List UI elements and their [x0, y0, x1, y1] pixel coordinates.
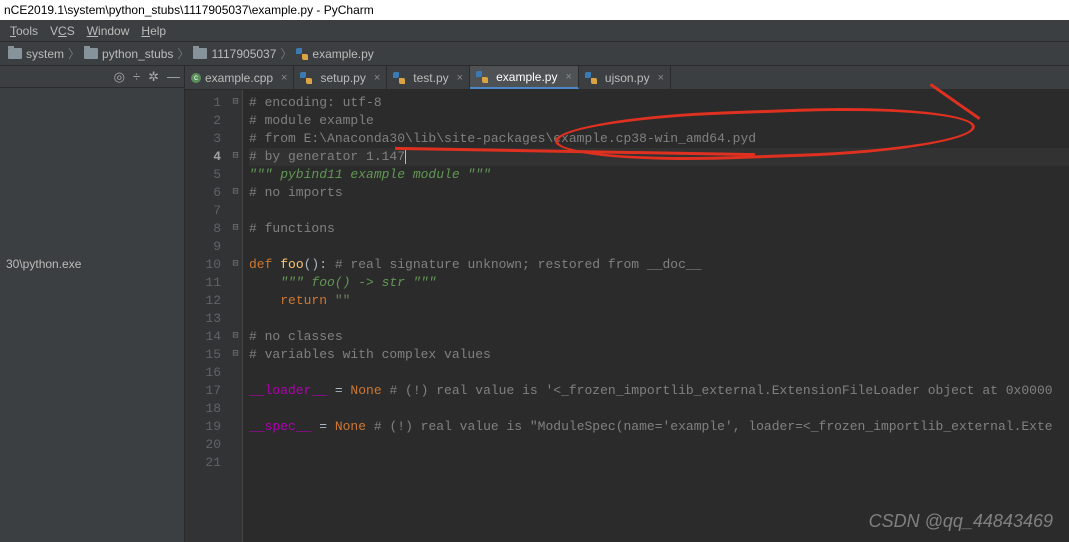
code-line[interactable]: """ foo() -> str """	[249, 274, 1069, 292]
fold-toggle[interactable]	[229, 238, 242, 256]
code-line[interactable]: # no classes	[249, 328, 1069, 346]
fold-toggle[interactable]	[229, 112, 242, 130]
watermark: CSDN @qq_44843469	[869, 511, 1053, 532]
breadcrumb-label: 1117905037	[211, 47, 276, 61]
fold-toggle[interactable]: ⊟	[229, 328, 242, 346]
python-file-icon	[300, 72, 312, 84]
code-line[interactable]: # from E:\Anaconda30\lib\site-packages\e…	[249, 130, 1069, 148]
close-icon[interactable]: ×	[565, 71, 571, 83]
text-caret	[405, 150, 406, 164]
gear-icon[interactable]: ✲	[148, 69, 159, 85]
code-editor[interactable]: 123456789101112131415161718192021 ⊟⊟⊟⊟⊟⊟…	[185, 90, 1069, 542]
cpp-file-icon: c	[191, 73, 201, 83]
folder-icon	[193, 48, 207, 59]
code-line[interactable]: # no imports	[249, 184, 1069, 202]
close-icon[interactable]: ×	[281, 72, 287, 84]
fold-toggle[interactable]: ⊟	[229, 184, 242, 202]
close-icon[interactable]: ×	[457, 72, 463, 84]
code-line[interactable]: """ pybind11 example module """	[249, 166, 1069, 184]
menu-bar: Tools VCS Window Help	[0, 20, 1069, 42]
tab-test-py[interactable]: test.py ×	[387, 66, 470, 89]
python-file-icon	[585, 72, 597, 84]
line-gutter: 123456789101112131415161718192021	[185, 90, 229, 542]
tab-label: example.cpp	[205, 71, 273, 85]
breadcrumb-label: system	[26, 47, 64, 61]
code-line[interactable]	[249, 238, 1069, 256]
chevron-right-icon: 〉	[175, 45, 191, 62]
code-line[interactable]: __spec__ = None # (!) real value is "Mod…	[249, 418, 1069, 436]
python-file-icon	[476, 71, 488, 83]
code-line[interactable]: return ""	[249, 292, 1069, 310]
menu-vcs[interactable]: VCS	[44, 24, 81, 38]
code-line[interactable]	[249, 364, 1069, 382]
expand-icon[interactable]: ÷	[133, 69, 140, 84]
code-line[interactable]: # variables with complex values	[249, 346, 1069, 364]
code-line[interactable]: __loader__ = None # (!) real value is '<…	[249, 382, 1069, 400]
fold-toggle[interactable]: ⊟	[229, 256, 242, 274]
interpreter-path: 30\python.exe	[0, 253, 184, 275]
breadcrumb-label: python_stubs	[102, 47, 173, 61]
sidebar-toolbar: ◎ ÷ ✲ —	[0, 66, 184, 88]
code-line[interactable]	[249, 400, 1069, 418]
tab-label: setup.py	[320, 71, 365, 85]
python-file-icon	[296, 48, 308, 60]
menu-tools[interactable]: Tools	[4, 24, 44, 38]
code-line[interactable]: # encoding: utf-8	[249, 94, 1069, 112]
chevron-right-icon: 〉	[278, 45, 294, 62]
fold-toggle[interactable]	[229, 130, 242, 148]
menu-help[interactable]: Help	[135, 24, 172, 38]
tab-example-cpp[interactable]: c example.cpp ×	[185, 66, 294, 89]
tab-label: example.py	[496, 70, 557, 84]
tab-setup-py[interactable]: setup.py ×	[294, 66, 387, 89]
tab-label: ujson.py	[605, 71, 650, 85]
menu-window[interactable]: Window	[81, 24, 136, 38]
breadcrumb: system〉python_stubs〉1117905037〉example.p…	[0, 42, 1069, 66]
code-line[interactable]	[249, 310, 1069, 328]
fold-toggle[interactable]	[229, 310, 242, 328]
breadcrumb-label: example.py	[312, 47, 373, 61]
fold-toggle[interactable]	[229, 382, 242, 400]
fold-toggle[interactable]	[229, 400, 242, 418]
tab-ujson-py[interactable]: ujson.py ×	[579, 66, 671, 89]
code-line[interactable]: def foo(): # real signature unknown; res…	[249, 256, 1069, 274]
code-line[interactable]: # module example	[249, 112, 1069, 130]
code-area[interactable]: # encoding: utf-8# module example# from …	[243, 90, 1069, 542]
folder-icon	[84, 48, 98, 59]
target-icon[interactable]: ◎	[114, 69, 125, 85]
code-line[interactable]	[249, 436, 1069, 454]
breadcrumb-python_stubs[interactable]: python_stubs	[82, 47, 175, 61]
tab-label: test.py	[413, 71, 448, 85]
code-line[interactable]: # functions	[249, 220, 1069, 238]
project-tool-sidebar: ◎ ÷ ✲ — 30\python.exe	[0, 66, 185, 542]
fold-toggle[interactable]: ⊟	[229, 346, 242, 364]
close-icon[interactable]: ×	[374, 72, 380, 84]
chevron-right-icon: 〉	[66, 45, 82, 62]
fold-toggle[interactable]	[229, 292, 242, 310]
fold-toggle[interactable]	[229, 202, 242, 220]
breadcrumb-system[interactable]: system	[6, 47, 66, 61]
fold-toggle[interactable]: ⊟	[229, 94, 242, 112]
tab-example-py[interactable]: example.py ×	[470, 66, 579, 89]
fold-toggle[interactable]: ⊟	[229, 220, 242, 238]
window-title: nCE2019.1\system\python_stubs\1117905037…	[0, 0, 1069, 20]
fold-column[interactable]: ⊟⊟⊟⊟⊟⊟⊟	[229, 90, 243, 542]
close-icon[interactable]: ×	[658, 72, 664, 84]
fold-toggle[interactable]	[229, 436, 242, 454]
breadcrumb-example-py[interactable]: example.py	[294, 47, 375, 61]
fold-toggle[interactable]	[229, 166, 242, 184]
fold-toggle[interactable]	[229, 418, 242, 436]
fold-toggle[interactable]	[229, 364, 242, 382]
fold-toggle[interactable]	[229, 454, 242, 472]
breadcrumb-1117905037[interactable]: 1117905037	[191, 47, 278, 61]
fold-toggle[interactable]: ⊟	[229, 148, 242, 166]
python-file-icon	[393, 72, 405, 84]
fold-toggle[interactable]	[229, 274, 242, 292]
code-line[interactable]	[249, 202, 1069, 220]
editor-tabs: cexample.cpp×setup.py×test.py×example.py…	[185, 66, 1069, 90]
folder-icon	[8, 48, 22, 59]
minimize-icon[interactable]: —	[167, 69, 180, 84]
code-line[interactable]	[249, 454, 1069, 472]
code-line[interactable]: # by generator 1.147	[249, 148, 1069, 166]
